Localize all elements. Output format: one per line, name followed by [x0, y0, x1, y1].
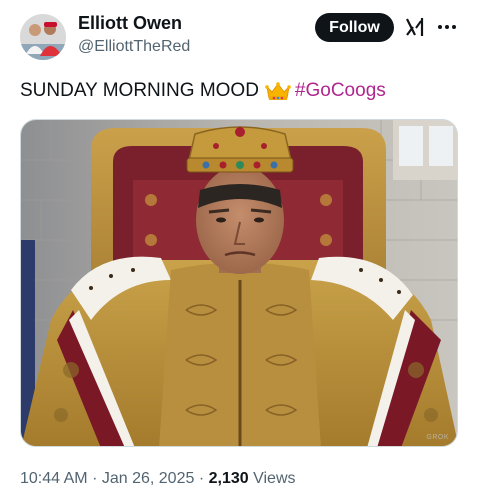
author-handle[interactable]: @ElliottTheRed	[78, 38, 190, 56]
more-options-icon[interactable]	[436, 16, 458, 38]
tweet-time[interactable]: 10:44 AM	[20, 470, 88, 487]
author-name[interactable]: Elliott Owen	[78, 13, 182, 34]
meta-separator: ·	[92, 470, 98, 487]
crown-emoji-icon	[265, 81, 291, 101]
views-label[interactable]: Views	[253, 470, 295, 487]
tweet-date[interactable]: Jan 26, 2025	[102, 470, 195, 487]
tweet-body: SUNDAY MORNING MOOD	[20, 80, 259, 101]
tweet-image[interactable]: GROK	[20, 119, 458, 447]
user-avatar[interactable]	[20, 14, 66, 60]
king-on-throne-image	[21, 120, 457, 446]
meta-separator: ·	[198, 470, 205, 487]
follow-button[interactable]: Follow	[315, 13, 394, 42]
image-watermark: GROK	[426, 434, 449, 441]
grok-icon[interactable]	[404, 16, 426, 38]
tweet-text: SUNDAY MORNING MOOD #GoCoogs	[20, 80, 386, 102]
hashtag-link[interactable]: #GoCoogs	[295, 80, 386, 102]
views-count[interactable]: 2,130	[209, 470, 249, 487]
tweet-card: Elliott Owen @ElliottTheRed Follow SUNDA…	[0, 0, 478, 500]
tweet-meta: 10:44 AM · Jan 26, 2025 · 2,130 Views	[20, 470, 296, 488]
avatar-image	[20, 14, 66, 60]
